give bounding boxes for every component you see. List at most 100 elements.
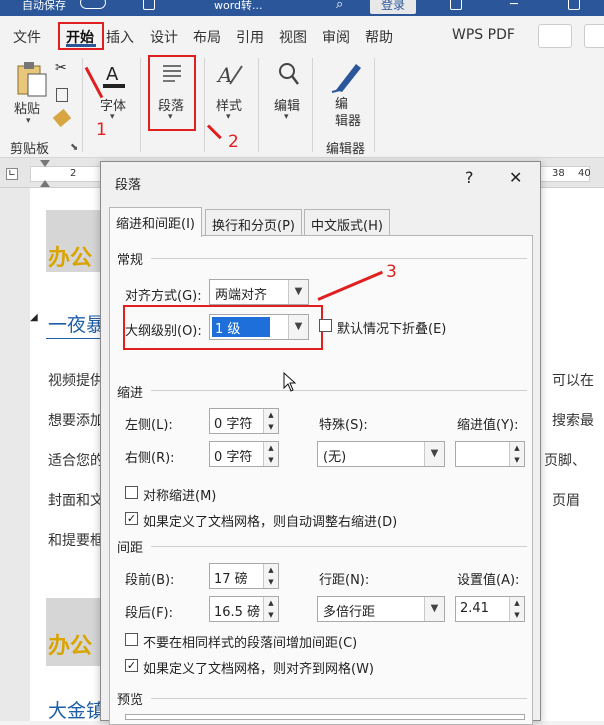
search-icon[interactable]: ⌕ <box>336 0 343 12</box>
minimize-icon[interactable]: ─ <box>510 0 518 12</box>
format-painter-icon[interactable] <box>52 108 72 128</box>
collapse-checkbox[interactable] <box>319 319 332 332</box>
doc-paragraph-line[interactable]: 适合您的 <box>48 450 104 470</box>
tab-indents-spacing[interactable]: 缩进和间距(I) <box>109 207 202 237</box>
tab-view[interactable]: 审阅 <box>322 27 350 47</box>
doc-paragraph-line[interactable]: 可以在 <box>552 370 594 390</box>
spin-up-icon[interactable]: ▲ <box>263 409 278 421</box>
editor-button-label[interactable]: 编 辑器 <box>335 96 361 130</box>
indent-by-spinner[interactable]: ▲ ▼ <box>455 441 525 467</box>
chevron-down-icon[interactable]: ▾ <box>26 116 31 126</box>
line-spacing-select[interactable]: 多倍行距 ▼ <box>317 596 445 622</box>
save-icon[interactable] <box>143 0 155 10</box>
indent-right-spinner[interactable]: 0 字符 ▲ ▼ <box>209 441 279 467</box>
spin-down-icon[interactable]: ▼ <box>263 421 278 433</box>
spin-up-icon[interactable]: ▲ <box>263 597 278 609</box>
snap-to-grid-checkbox[interactable]: ✓ <box>125 659 138 672</box>
no-space-same-style-label[interactable]: 不要在相同样式的段落间增加间距(C) <box>143 632 357 651</box>
close-icon[interactable]: ✕ <box>509 168 522 187</box>
spacing-after-spinner[interactable]: 16.5 磅 ▲ ▼ <box>209 596 279 622</box>
share-button[interactable] <box>538 24 572 48</box>
indent-left-label: 左侧(L): <box>125 418 173 433</box>
spin-up-icon[interactable]: ▲ <box>509 442 524 454</box>
outline-level-select[interactable]: 1 级 ▼ <box>209 314 309 340</box>
ribbon-separator <box>204 58 205 152</box>
cut-icon[interactable]: ✂ <box>55 60 67 76</box>
tab-design[interactable]: 设计 <box>150 27 178 47</box>
spacing-at-value: 2.41 <box>460 601 489 616</box>
doc-paragraph-line[interactable]: 视频提供 <box>48 370 104 390</box>
tab-asian-typography[interactable]: 中文版式(H) <box>304 209 390 236</box>
doc-heading-1[interactable]: 办公 <box>48 240 92 272</box>
auto-adjust-label[interactable]: 如果定义了文档网格，则自动调整右缩进(D) <box>143 511 397 530</box>
mirror-indents-checkbox[interactable] <box>125 486 138 499</box>
alignment-select[interactable]: 两端对齐 ▼ <box>209 279 309 305</box>
clipboard-launcher-icon[interactable]: ⬊ <box>70 142 78 153</box>
spin-up-icon[interactable]: ▲ <box>263 442 278 454</box>
spin-down-icon[interactable]: ▼ <box>263 609 278 621</box>
spacing-before-spinner[interactable]: 17 磅 ▲ ▼ <box>209 563 279 589</box>
auto-adjust-checkbox[interactable]: ✓ <box>125 512 138 525</box>
doc-blue-heading-1[interactable]: 一夜暴 <box>48 310 105 337</box>
no-space-same-style-checkbox[interactable] <box>125 633 138 646</box>
svg-text:A: A <box>106 64 119 85</box>
ribbon-display-icon[interactable] <box>450 0 462 10</box>
tab-file[interactable]: 文件 <box>13 27 41 47</box>
snap-to-grid-label[interactable]: 如果定义了文档网格，则对齐到网格(W) <box>143 658 374 677</box>
chevron-down-icon[interactable]: ▼ <box>288 315 308 339</box>
indent-left-spinner[interactable]: 0 字符 ▲ ▼ <box>209 408 279 434</box>
doc-paragraph-line[interactable]: 封面和文 <box>48 490 104 510</box>
collapse-label[interactable]: 默认情况下折叠(E) <box>337 318 446 337</box>
tab-mailings[interactable]: 视图 <box>279 27 307 47</box>
tab-wps-pdf[interactable]: WPS PDF <box>452 27 515 43</box>
comments-button[interactable] <box>584 24 604 48</box>
spacing-at-spinner[interactable]: 2.41 ▲ ▼ <box>455 596 525 622</box>
maximize-icon[interactable] <box>568 0 580 10</box>
autosave-toggle[interactable] <box>80 0 106 9</box>
ribbon-separator <box>374 58 375 152</box>
tab-references[interactable]: 引用 <box>236 27 264 47</box>
spin-down-icon[interactable]: ▼ <box>509 609 524 621</box>
login-button[interactable]: 登录 <box>370 0 416 14</box>
tab-insert[interactable]: 插入 <box>106 27 134 47</box>
paste-label[interactable]: 粘贴 <box>14 98 40 117</box>
tab-review[interactable]: 帮助 <box>365 27 393 47</box>
copy-icon[interactable] <box>56 88 68 102</box>
chevron-down-icon[interactable]: ▾ <box>226 112 231 122</box>
paste-icon[interactable] <box>14 60 48 98</box>
tab-layout[interactable]: 布局 <box>193 27 221 47</box>
doc-paragraph-line[interactable]: 想要添加 <box>48 410 104 430</box>
spin-down-icon[interactable]: ▼ <box>509 454 524 466</box>
doc-paragraph-line[interactable]: 和提要框 <box>48 530 104 550</box>
chevron-down-icon[interactable]: ▼ <box>424 597 444 621</box>
mirror-indents-label[interactable]: 对称缩进(M) <box>143 485 216 504</box>
help-button[interactable]: ? <box>465 168 474 187</box>
spin-up-icon[interactable]: ▲ <box>263 564 278 576</box>
doc-heading-2[interactable]: 办公 <box>48 628 92 660</box>
find-icon[interactable] <box>276 60 302 88</box>
mouse-cursor-icon <box>283 372 297 392</box>
doc-blue-heading-2[interactable]: 大金镇 <box>48 696 105 723</box>
doc-paragraph-line[interactable]: 页脚、 <box>544 450 586 470</box>
collapse-triangle-icon[interactable]: ◢ <box>30 312 38 323</box>
first-line-indent-marker[interactable] <box>40 160 50 167</box>
chevron-down-icon[interactable]: ▾ <box>284 112 289 122</box>
section-spacing: 间距 <box>117 541 144 556</box>
chevron-down-icon[interactable]: ▾ <box>110 112 115 122</box>
spin-up-icon[interactable]: ▲ <box>509 597 524 609</box>
editor-icon[interactable] <box>330 60 364 94</box>
special-indent-select[interactable]: (无) ▼ <box>317 441 445 467</box>
doc-paragraph-line[interactable]: 搜索最 <box>552 410 594 430</box>
chevron-down-icon[interactable]: ▼ <box>288 280 308 304</box>
tab-selector-icon[interactable]: ∟ <box>6 168 18 180</box>
spin-down-icon[interactable]: ▼ <box>263 576 278 588</box>
hanging-indent-marker[interactable] <box>40 180 50 187</box>
styles-icon[interactable]: A <box>216 60 244 88</box>
font-icon[interactable]: A <box>100 60 128 92</box>
indent-right-value: 0 字符 <box>214 450 253 465</box>
tab-line-page-breaks[interactable]: 换行和分页(P) <box>205 209 302 236</box>
ribbon-separator <box>82 58 83 152</box>
chevron-down-icon[interactable]: ▼ <box>424 442 444 466</box>
spin-down-icon[interactable]: ▼ <box>263 454 278 466</box>
doc-paragraph-line[interactable]: 页眉 <box>552 490 580 510</box>
